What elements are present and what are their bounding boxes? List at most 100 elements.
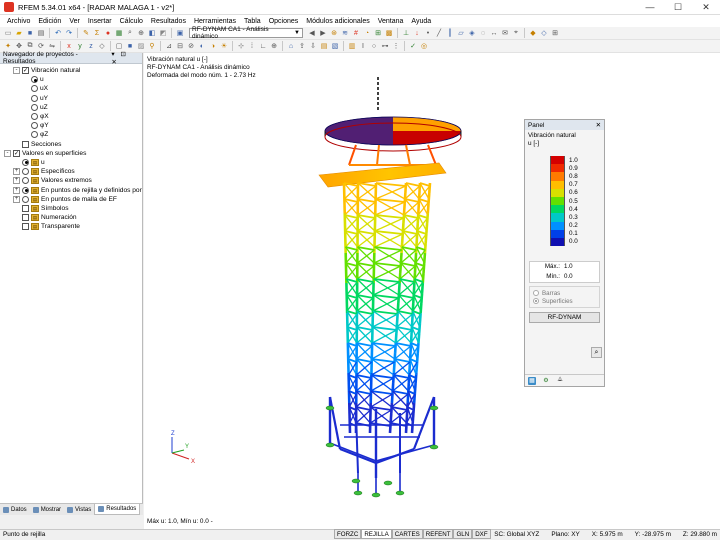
factors-icon[interactable]: ⚙ (542, 377, 550, 385)
member-type-icon[interactable]: ▥ (347, 41, 357, 51)
values-icon[interactable]: # (351, 28, 361, 38)
grid-snap-icon[interactable]: ⁞ (247, 41, 257, 51)
minimize-icon[interactable]: — (636, 0, 664, 15)
radio-button[interactable] (22, 158, 29, 166)
solid-icon[interactable]: ◈ (467, 28, 477, 38)
ortho-icon[interactable]: ∟ (258, 41, 268, 51)
collapse-icon[interactable]: - (4, 149, 11, 157)
render-icon[interactable]: ◩ (158, 28, 168, 38)
navigator-tab[interactable]: Mostrar (30, 504, 64, 515)
copy-icon[interactable]: ⧉ (25, 41, 35, 51)
radio-button[interactable] (31, 122, 38, 130)
rf-dynam-button[interactable]: RF-DYNAM (529, 312, 600, 323)
tree-item[interactable]: + ▤ En puntos de malla de EF (0, 195, 142, 204)
menu-item[interactable]: Edición (34, 18, 65, 25)
navigator-tab[interactable]: Resultados (94, 504, 141, 515)
light-icon[interactable]: ☀ (219, 41, 229, 51)
radio-button[interactable] (31, 103, 38, 111)
menu-item[interactable]: Cálculo (116, 18, 147, 25)
checkbox[interactable]: ✓ (22, 67, 29, 75)
checkbox[interactable] (22, 214, 29, 222)
wizard-icon[interactable]: ✎ (81, 28, 91, 38)
radio-bars[interactable] (533, 290, 539, 296)
module-icon[interactable]: ◆ (528, 28, 538, 38)
navigator-tab[interactable]: Datos (0, 504, 30, 515)
measure-icon[interactable]: ⊿ (164, 41, 174, 51)
mirror-icon[interactable]: ⇋ (47, 41, 57, 51)
status-tab[interactable]: CARTES (391, 529, 423, 539)
rotate-icon[interactable]: ⟳ (36, 41, 46, 51)
plausibility-icon[interactable]: ◎ (419, 41, 429, 51)
hinge-icon[interactable]: ○ (369, 41, 379, 51)
check-icon[interactable]: ✓ (408, 41, 418, 51)
import-icon[interactable]: ⇩ (308, 41, 318, 51)
member-results-icon[interactable]: ⊞ (373, 28, 383, 38)
zoom-icon[interactable]: ⌕ (125, 28, 135, 38)
color-icon[interactable]: ◑ (208, 41, 218, 51)
export-icon[interactable]: ⇪ (297, 41, 307, 51)
radio-surfaces[interactable] (533, 298, 539, 304)
tree-item[interactable]: uY (0, 94, 142, 103)
move-icon[interactable]: ✥ (14, 41, 24, 51)
graphics-viewport[interactable]: Vibración natural u [-] RF-DYNAM CA1 - A… (144, 53, 720, 529)
opening-icon[interactable]: ◌ (478, 28, 488, 38)
tree-item[interactable]: ▤ Símbolos (0, 204, 142, 213)
animate-icon[interactable]: ◔ (362, 28, 372, 38)
new-file-icon[interactable]: ▭ (3, 28, 13, 38)
zoom-all-icon[interactable]: ⊕ (136, 28, 146, 38)
print-icon[interactable]: ▤ (36, 28, 46, 38)
view-z-icon[interactable]: z (86, 41, 96, 51)
radio-button[interactable] (22, 177, 29, 185)
cad-icon[interactable]: ⌂ (286, 41, 296, 51)
navigator-controls[interactable]: ▾ ⊡ ✕ (111, 50, 139, 66)
view-iso-icon[interactable]: ◇ (97, 41, 107, 51)
view-x-icon[interactable]: x (64, 41, 74, 51)
node-icon[interactable]: • (423, 28, 433, 38)
checkbox[interactable] (22, 140, 29, 148)
tree-item[interactable]: Secciones (0, 140, 142, 149)
radio-button[interactable] (31, 85, 38, 93)
open-folder-icon[interactable]: ▰ (14, 28, 24, 38)
tree-item[interactable]: φY (0, 121, 142, 130)
menu-item[interactable]: Tabla (240, 18, 265, 25)
save-icon[interactable]: ■ (25, 28, 35, 38)
expand-icon[interactable]: + (13, 168, 20, 176)
select-icon[interactable]: ✦ (3, 41, 13, 51)
report-icon[interactable]: ▤ (319, 41, 329, 51)
snap-icon[interactable]: ⊹ (236, 41, 246, 51)
coord-icon[interactable]: ⊕ (269, 41, 279, 51)
tree-item[interactable]: + ▤ Específicos (0, 167, 142, 176)
color-scale-icon[interactable]: ▦ (528, 376, 536, 385)
close-icon[interactable]: ✕ (692, 0, 720, 15)
checkbox[interactable] (22, 223, 29, 231)
status-tab[interactable]: REFENT (422, 529, 454, 539)
filter-icon[interactable]: ⚲ (147, 41, 157, 51)
radio-button[interactable] (22, 195, 29, 203)
menu-item[interactable]: Archivo (3, 18, 34, 25)
guide-icon[interactable]: ⌖ (511, 28, 521, 38)
tree-item[interactable]: uZ (0, 103, 142, 112)
tree-item[interactable]: - ✓ Vibración natural (0, 66, 142, 75)
grid-icon[interactable]: ⊞ (550, 28, 560, 38)
expand-icon[interactable]: + (13, 177, 20, 185)
results-on-icon[interactable]: ⊛ (329, 28, 339, 38)
comment-icon[interactable]: ✉ (500, 28, 510, 38)
clip-icon[interactable]: ⊘ (186, 41, 196, 51)
radio-button[interactable] (31, 76, 38, 84)
radio-button[interactable] (22, 168, 29, 176)
results-icon[interactable]: ● (103, 28, 113, 38)
picture-icon[interactable]: ▧ (330, 41, 340, 51)
addon-icon[interactable]: ◇ (539, 28, 549, 38)
surface-results-icon[interactable]: ▩ (384, 28, 394, 38)
redo-icon[interactable]: ↷ (64, 28, 74, 38)
menu-item[interactable]: Ventana (374, 18, 408, 25)
tree-item[interactable]: φX (0, 112, 142, 121)
checkbox[interactable] (22, 204, 29, 212)
loadcase-dropdown[interactable]: RF-DYNAM CA1 - Análisis dinámico ▼ (189, 26, 303, 40)
status-tab[interactable]: DXF (472, 529, 491, 539)
navigator-tab[interactable]: Vistas (64, 504, 94, 515)
tree-item[interactable]: ▤ u (0, 158, 142, 167)
status-tab[interactable]: REJILLA (361, 529, 392, 539)
tree-item[interactable]: u (0, 75, 142, 84)
radio-button[interactable] (31, 131, 38, 139)
